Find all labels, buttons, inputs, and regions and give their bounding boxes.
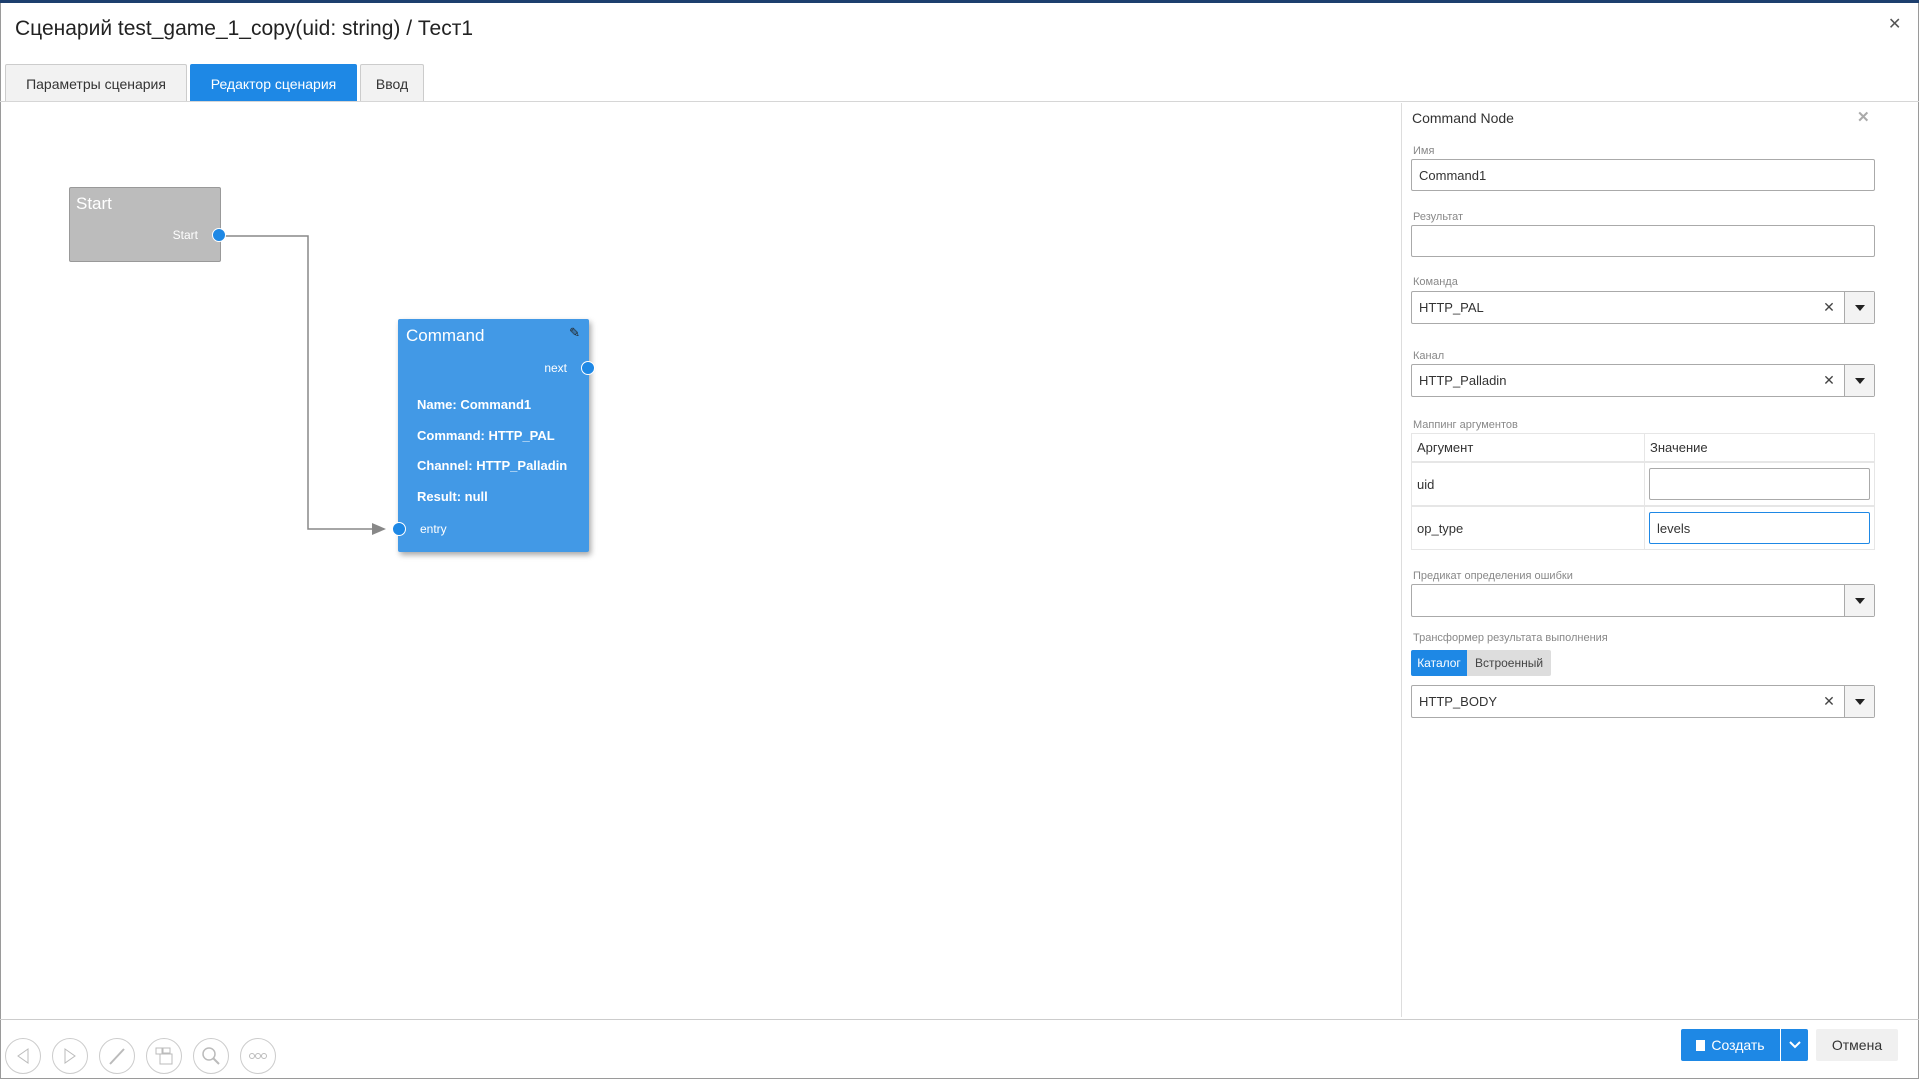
close-icon[interactable]: ✕ [1888,14,1901,34]
command-label: Команда [1413,276,1458,288]
tab-scenario-params[interactable]: Параметры сценария [5,64,187,102]
mapping-arg-uid: uid [1411,462,1645,506]
create-button[interactable]: Создать [1681,1029,1780,1061]
node-line-channel: Channel: HTTP_Palladin [417,458,568,473]
entry-input-port[interactable] [392,522,406,536]
create-options-button[interactable] [1781,1029,1808,1061]
layout-icon [155,1047,173,1065]
clear-icon[interactable]: ✕ [1814,686,1844,717]
node-line-command: Command: HTTP_PAL [417,428,555,443]
transformer-select[interactable]: HTTP_BODY ✕ [1411,685,1875,718]
command-node[interactable]: Command ✎ next Name: Command1 Command: H… [398,319,589,552]
entry-port-label: entry [420,522,447,536]
result-label: Результат [1413,211,1464,223]
undo-button[interactable] [5,1038,41,1074]
panel-divider [1401,103,1402,1017]
caret-down-icon [1854,377,1865,384]
header-argument: Аргумент [1411,433,1645,462]
chevron-down-icon [1788,1041,1801,1049]
caret-down-icon [1854,597,1865,604]
next-port-label: next [544,361,567,375]
predicate-select[interactable] [1411,584,1875,617]
brush-button[interactable] [99,1038,135,1074]
dropdown-button[interactable] [1844,365,1874,396]
channel-value: HTTP_Palladin [1419,373,1507,388]
caret-down-icon [1854,304,1865,311]
predicate-value [1412,585,1844,616]
brush-icon [109,1048,125,1065]
mapping-label: Маппинг аргументов [1413,419,1518,431]
dropdown-button[interactable] [1844,585,1874,616]
clear-icon[interactable]: ✕ [1814,292,1844,323]
mapping-arg-op-type: op_type [1411,506,1645,550]
more-icon [249,1053,267,1059]
document-icon [1696,1039,1706,1051]
uid-value-input[interactable] [1649,468,1870,500]
node-line-name: Name: Command1 [417,397,532,412]
arrow-right-icon [64,1048,76,1064]
panel-title: Command Node [1412,110,1514,126]
create-label: Создать [1711,1037,1765,1053]
start-node-title: Start [76,194,112,213]
tab-scenario-editor[interactable]: Редактор сценария [190,64,357,102]
cancel-button[interactable]: Отмена [1816,1029,1898,1061]
header-value: Значение [1644,433,1875,462]
command-select[interactable]: HTTP_PAL ✕ [1411,291,1875,324]
toggle-builtin[interactable]: Встроенный [1467,650,1551,676]
command-value: HTTP_PAL [1419,300,1484,315]
arrow-left-icon [17,1048,29,1064]
start-output-port[interactable] [212,228,226,242]
search-icon [202,1047,220,1065]
name-input[interactable]: Command1 [1411,159,1875,191]
zoom-button[interactable] [193,1038,229,1074]
arrow-head [372,523,386,535]
toggle-catalog[interactable]: Каталог [1411,650,1467,676]
channel-label: Канал [1413,350,1445,362]
transformer-label: Трансформер результата выполнения [1413,632,1608,644]
start-port-label: Start [172,228,198,242]
connection-edge [221,235,384,530]
redo-button[interactable] [52,1038,88,1074]
command-node-title: Command [406,326,485,345]
node-line-result: Result: null [417,489,488,504]
name-label: Имя [1413,145,1435,157]
dropdown-button[interactable] [1844,686,1874,717]
dropdown-button[interactable] [1844,292,1874,323]
op-type-value-input[interactable]: levels [1649,512,1870,544]
clear-icon[interactable]: ✕ [1814,365,1844,396]
next-output-port[interactable] [581,361,595,375]
predicate-label: Предикат определения ошибки [1413,570,1573,582]
pencil-icon[interactable]: ✎ [569,325,580,341]
more-button[interactable] [240,1038,276,1074]
close-panel-icon[interactable]: ✕ [1857,108,1870,126]
dialog-title: Сценарий test_game_1_copy(uid: string) /… [15,17,474,40]
layout-button[interactable] [146,1038,182,1074]
channel-select[interactable]: HTTP_Palladin ✕ [1411,364,1875,397]
caret-down-icon [1854,698,1865,705]
transformer-value: HTTP_BODY [1419,694,1498,709]
start-node[interactable]: Start Start [69,187,221,262]
result-input[interactable] [1411,225,1875,257]
tab-input[interactable]: Ввод [360,64,424,102]
footer-divider [0,1019,1919,1020]
